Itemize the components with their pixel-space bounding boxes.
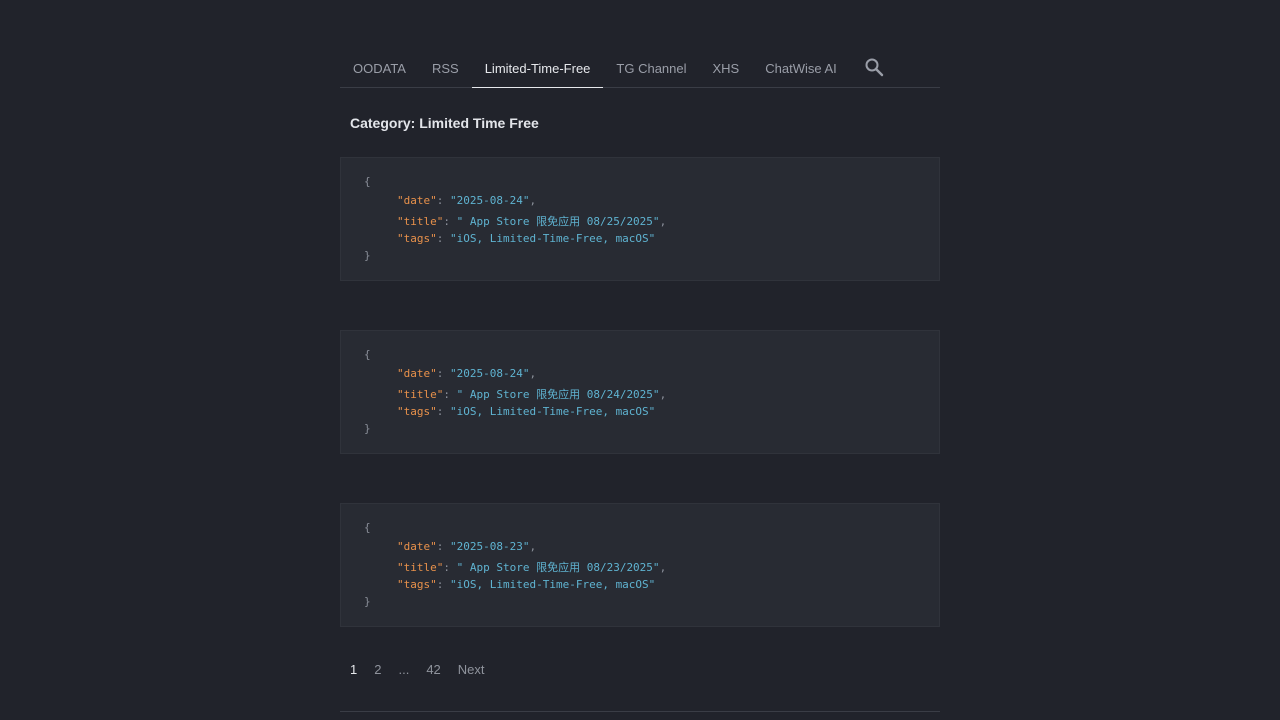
title-key: "title" — [397, 215, 444, 228]
close-brace: } — [364, 422, 371, 435]
nav-item-xhs[interactable]: XHS — [700, 50, 753, 87]
json-card: { "date": "2025-08-24", "title": " App S… — [340, 330, 940, 454]
json-card: { "date": "2025-08-23", "title": " App S… — [340, 503, 940, 627]
next-page-link[interactable]: Next — [458, 662, 485, 677]
page-42-link[interactable]: 42 — [426, 662, 440, 677]
colon: : — [436, 232, 450, 245]
nav-item-tg-channel[interactable]: TG Channel — [603, 50, 699, 87]
colon: : — [436, 367, 450, 380]
title-line: "title": " App Store 限免应用 08/24/2025", — [397, 386, 666, 402]
colon: : — [436, 405, 450, 418]
colon: : — [436, 194, 450, 207]
close-brace: } — [364, 595, 371, 608]
title-value: " App Store 限免应用 08/25/2025" — [456, 215, 660, 228]
date-line: "date": "2025-08-24", — [397, 367, 536, 380]
colon: : — [443, 388, 457, 401]
colon: : — [436, 540, 450, 553]
category-title: Category: Limited Time Free — [350, 115, 539, 131]
page-1-link[interactable]: 1 — [350, 662, 357, 677]
tags-value: "iOS, Limited-Time-Free, macOS" — [450, 232, 656, 245]
comma: , — [529, 194, 537, 207]
search-icon[interactable] — [864, 57, 884, 77]
colon: : — [436, 578, 450, 591]
nav-item-limited-time-free[interactable]: Limited-Time-Free — [471, 50, 604, 88]
date-value: "2025-08-23" — [450, 540, 530, 553]
open-brace: { — [364, 348, 371, 361]
title-key: "title" — [397, 388, 444, 401]
title-line: "title": " App Store 限免应用 08/23/2025", — [397, 559, 666, 575]
pagination: 1 2 ... 42 Next — [350, 662, 502, 677]
tags-key: "tags" — [397, 405, 437, 418]
comma: , — [529, 540, 537, 553]
tags-line: "tags": "iOS, Limited-Time-Free, macOS" — [397, 578, 655, 591]
colon: : — [443, 215, 457, 228]
tags-key: "tags" — [397, 232, 437, 245]
date-line: "date": "2025-08-24", — [397, 194, 536, 207]
comma: , — [659, 215, 667, 228]
json-card: { "date": "2025-08-24", "title": " App S… — [340, 157, 940, 281]
title-value: " App Store 限免应用 08/24/2025" — [456, 388, 660, 401]
nav-item-oodata[interactable]: OODATA — [340, 50, 419, 87]
title-value: " App Store 限免应用 08/23/2025" — [456, 561, 660, 574]
bottom-divider — [340, 711, 940, 712]
pagination-ellipsis: ... — [398, 662, 410, 677]
tags-value: "iOS, Limited-Time-Free, macOS" — [450, 405, 656, 418]
tags-line: "tags": "iOS, Limited-Time-Free, macOS" — [397, 232, 655, 245]
date-key: "date" — [397, 540, 437, 553]
date-value: "2025-08-24" — [450, 194, 530, 207]
title-line: "title": " App Store 限免应用 08/25/2025", — [397, 213, 666, 229]
open-brace: { — [364, 521, 371, 534]
date-value: "2025-08-24" — [450, 367, 530, 380]
comma: , — [659, 388, 667, 401]
nav-item-chatwise-ai[interactable]: ChatWise AI — [752, 50, 850, 87]
main-container: OODATA RSS Limited-Time-Free TG Channel … — [340, 0, 940, 720]
tags-key: "tags" — [397, 578, 437, 591]
date-key: "date" — [397, 194, 437, 207]
nav-item-rss[interactable]: RSS — [419, 50, 472, 87]
top-nav: OODATA RSS Limited-Time-Free TG Channel … — [340, 50, 940, 88]
tags-line: "tags": "iOS, Limited-Time-Free, macOS" — [397, 405, 655, 418]
comma: , — [529, 367, 537, 380]
title-key: "title" — [397, 561, 444, 574]
comma: , — [659, 561, 667, 574]
open-brace: { — [364, 175, 371, 188]
date-key: "date" — [397, 367, 437, 380]
page-2-link[interactable]: 2 — [374, 662, 381, 677]
tags-value: "iOS, Limited-Time-Free, macOS" — [450, 578, 656, 591]
colon: : — [443, 561, 457, 574]
date-line: "date": "2025-08-23", — [397, 540, 536, 553]
close-brace: } — [364, 249, 371, 262]
